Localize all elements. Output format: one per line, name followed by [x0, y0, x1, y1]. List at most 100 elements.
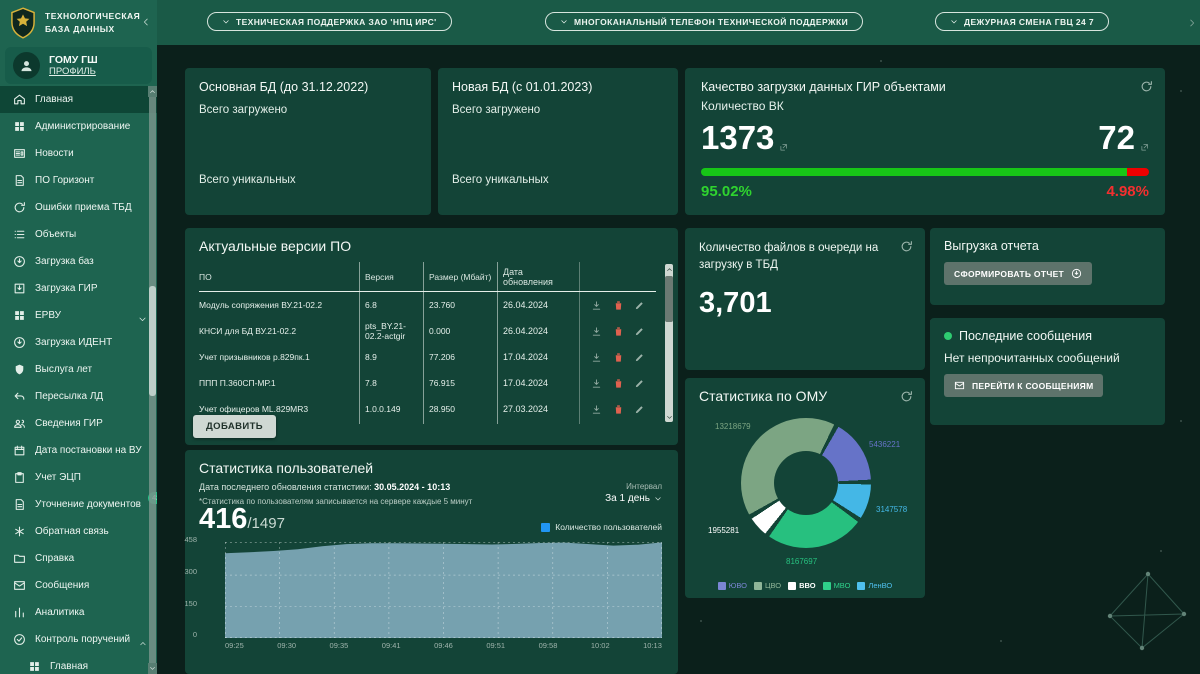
download-icon[interactable] — [591, 378, 602, 389]
legend-item[interactable]: МВО — [823, 581, 851, 590]
sidebar-item-ervu[interactable]: ЕРВУ — [0, 302, 157, 329]
sidebar-scrollbar[interactable] — [149, 86, 156, 674]
cell-date: 27.03.2024 — [497, 396, 579, 422]
sidebar-item-errors-tbd[interactable]: Ошибки приема ТБД — [0, 194, 157, 221]
chevron-down-icon — [560, 18, 568, 26]
external-link-icon[interactable] — [779, 124, 788, 133]
add-button[interactable]: ДОБАВИТЬ — [193, 415, 276, 438]
donut-hole — [774, 451, 838, 515]
scroll-down-icon[interactable] — [665, 412, 673, 422]
legend-item[interactable]: ЮВО — [718, 581, 747, 590]
sidebar-item-registration-date[interactable]: Дата постановки на ВУ — [0, 437, 157, 464]
refresh-icon[interactable] — [1140, 80, 1153, 93]
scroll-up-icon[interactable] — [148, 86, 157, 97]
refresh-icon[interactable] — [900, 390, 913, 403]
legend-swatch — [857, 582, 865, 590]
sidebar-item-load-gir[interactable]: Загрузка ГИР — [0, 275, 157, 302]
sidebar-item-service-years[interactable]: Выслуга лет — [0, 356, 157, 383]
online-status-dot — [944, 332, 952, 340]
sidebar-item-administration[interactable]: Администрирование — [0, 113, 157, 140]
delete-icon[interactable] — [613, 378, 624, 389]
sidebar-item-news[interactable]: Новости — [0, 140, 157, 167]
sidebar-item-gir-info[interactable]: Сведения ГИР — [0, 410, 157, 437]
edit-icon[interactable] — [634, 352, 645, 363]
check-circle-icon — [13, 633, 26, 646]
y-tick: 0 — [193, 630, 197, 639]
bar-chart-icon — [13, 606, 26, 619]
profile-link[interactable]: ПРОФИЛЬ — [49, 66, 98, 77]
edit-icon[interactable] — [634, 378, 645, 389]
scroll-down-icon[interactable] — [148, 663, 157, 674]
duty-shift-dropdown-label: ДЕЖУРНАЯ СМЕНА ГВЦ 24 7 — [964, 17, 1094, 27]
go-to-messages-button[interactable]: ПЕРЕЙТИ К СООБЩЕНИЯМ — [944, 374, 1103, 397]
external-link-icon[interactable] — [1140, 124, 1149, 133]
sidebar-item-main[interactable]: Главная — [0, 86, 157, 113]
table-row[interactable]: Модуль сопряжения ВУ.21-02.2 6.8 23.760 … — [199, 292, 656, 318]
edit-icon[interactable] — [634, 404, 645, 415]
cell-version: 1.0.0.140 — [359, 422, 423, 424]
sidebar-item-label: Учет ЭЦП — [35, 472, 81, 483]
legend-item[interactable]: ЦВО — [754, 581, 781, 590]
sidebar-item-analytics[interactable]: Аналитика — [0, 599, 157, 626]
cell-version: 1.0.0.149 — [359, 396, 423, 422]
generate-report-button[interactable]: СФОРМИРОВАТЬ ОТЧЕТ — [944, 262, 1092, 285]
sidebar-item-po-horizont[interactable]: ПО Горизонт — [0, 167, 157, 194]
sidebar: ТЕХНОЛОГИЧЕСКАЯ БАЗА ДАННЫХ ГОМУ ГШ ПРОФ… — [0, 0, 157, 674]
sidebar-item-label: Новости — [35, 148, 74, 159]
interval-label: Интервал — [605, 482, 662, 491]
table-row[interactable]: КНСИ для БД ВУ.21-02.2 pts_BY.21-02.2-ac… — [199, 318, 656, 344]
support-dropdown[interactable]: ТЕХНИЧЕСКАЯ ПОДДЕРЖКА ЗАО 'НПЦ ИРС' — [207, 12, 452, 31]
legend-label: ЛенВО — [868, 581, 892, 590]
total-loaded-label: Всего загружено — [199, 104, 417, 116]
omu-donut-chart[interactable] — [741, 418, 871, 548]
delete-icon[interactable] — [613, 326, 624, 337]
duty-shift-dropdown[interactable]: ДЕЖУРНАЯ СМЕНА ГВЦ 24 7 — [935, 12, 1109, 31]
sidebar-item-objects[interactable]: Объекты — [0, 221, 157, 248]
legend-label: ЮВО — [729, 581, 747, 590]
table-row[interactable]: Учет призывников р.829пк.1 8.9 77.206 17… — [199, 344, 656, 370]
cell-size: 77.206 — [423, 344, 497, 370]
profile-card[interactable]: ГОМУ ГШ ПРОФИЛЬ — [5, 47, 152, 84]
sidebar-item-messages[interactable]: Сообщения — [0, 572, 157, 599]
sidebar-item-load-ident[interactable]: Загрузка ИДЕНТ — [0, 329, 157, 356]
sidebar-collapse-icon[interactable] — [141, 14, 151, 24]
download-icon[interactable] — [591, 352, 602, 363]
scroll-up-icon[interactable] — [665, 264, 673, 274]
sidebar-subitem-main[interactable]: Главная — [0, 653, 157, 674]
delete-icon[interactable] — [613, 404, 624, 415]
app-title-line1: ТЕХНОЛОГИЧЕСКАЯ — [45, 10, 140, 23]
sidebar-item-load-bases[interactable]: Загрузка баз — [0, 248, 157, 275]
legend-item[interactable]: ЛенВО — [857, 581, 892, 590]
edit-icon[interactable] — [634, 326, 645, 337]
edit-icon[interactable] — [634, 300, 645, 311]
phone-dropdown[interactable]: МНОГОКАНАЛЬНЫЙ ТЕЛЕФОН ТЕХНИЧЕСКОЙ ПОДДЕ… — [545, 12, 863, 31]
sidebar-item-feedback[interactable]: Обратная связь — [0, 518, 157, 545]
donut-value-label: 13218679 — [715, 422, 751, 431]
table-scrollbar[interactable] — [665, 264, 673, 422]
sidebar-item-document-clarification[interactable]: Уточнение документов41 — [0, 491, 157, 518]
legend-item[interactable]: ВВО — [788, 581, 815, 590]
card-title: Выгрузка отчета — [944, 239, 1151, 253]
messages-card: Последние сообщения Нет непрочитанных со… — [930, 318, 1165, 425]
users-area-chart[interactable] — [225, 542, 662, 638]
software-versions-card: Актуальные версии ПО ПО Версия Размер (М… — [185, 228, 678, 445]
sidebar-item-ecp[interactable]: Учет ЭЦП — [0, 464, 157, 491]
download-box-icon — [13, 282, 26, 295]
sidebar-item-task-control[interactable]: Контроль поручений — [0, 626, 157, 653]
chevron-right-icon[interactable] — [1187, 16, 1197, 30]
delete-icon[interactable] — [613, 352, 624, 363]
phone-dropdown-label: МНОГОКАНАЛЬНЫЙ ТЕЛЕФОН ТЕХНИЧЕСКОЙ ПОДДЕ… — [574, 17, 848, 27]
download-icon[interactable] — [591, 326, 602, 337]
sidebar-item-help[interactable]: Справка — [0, 545, 157, 572]
download-icon[interactable] — [591, 404, 602, 415]
cell-date: 17.04.2024 — [497, 370, 579, 396]
cell-name: Модуль сопряжения ВУ.21-02.2 — [199, 300, 359, 310]
refresh-icon[interactable] — [900, 240, 913, 253]
delete-icon[interactable] — [613, 300, 624, 311]
interval-select[interactable]: За 1 день — [605, 493, 662, 504]
cell-name: Учет офицеров ML.829MR3 — [199, 404, 359, 414]
dashboard-page: ТЕХНИЧЕСКАЯ ПОДДЕРЖКА ЗАО 'НПЦ ИРС' МНОГ… — [0, 0, 1200, 674]
table-row[interactable]: ППП П.360СП-МР.1 7.8 76.915 17.04.2024 — [199, 370, 656, 396]
download-icon[interactable] — [591, 300, 602, 311]
sidebar-item-forward-ld[interactable]: Пересылка ЛД — [0, 383, 157, 410]
